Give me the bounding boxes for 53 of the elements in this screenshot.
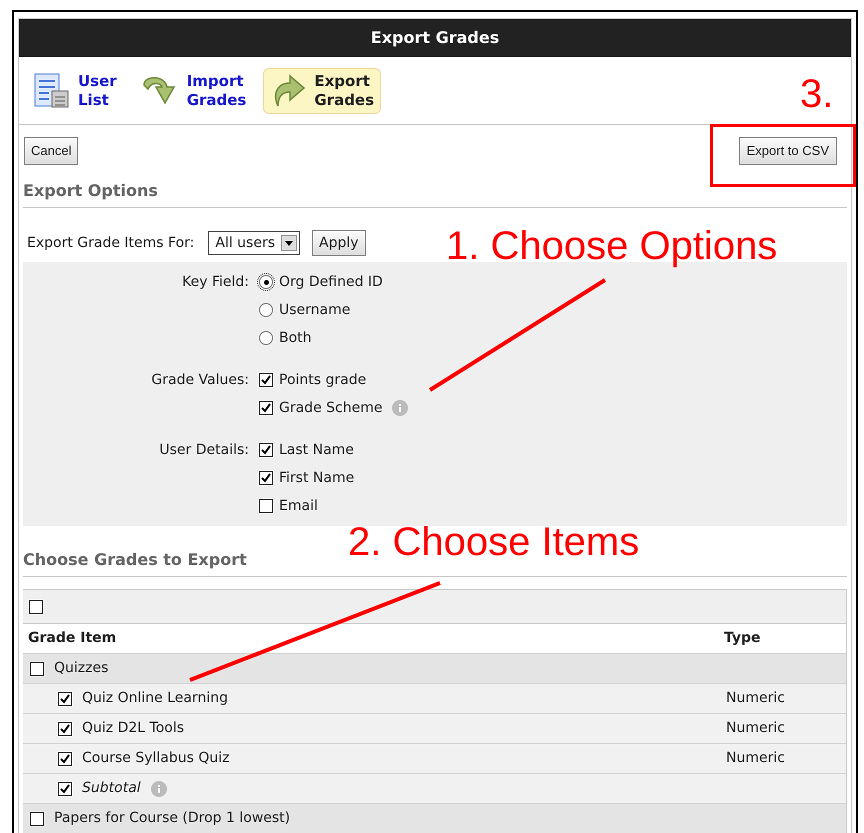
list-calculator-icon <box>34 72 70 108</box>
radio-button[interactable] <box>259 303 273 317</box>
option-label: Key Field: <box>182 272 249 292</box>
option-text: First Name <box>279 471 354 485</box>
checkbox[interactable] <box>259 373 273 387</box>
checkbox[interactable] <box>259 443 273 457</box>
grade-item-name: Quizzes <box>54 659 108 678</box>
grade-type: Numeric <box>725 689 786 708</box>
checkbox[interactable] <box>58 782 72 796</box>
radio-button[interactable] <box>259 331 273 345</box>
radio-button[interactable] <box>259 275 273 289</box>
checkbox[interactable] <box>30 662 44 676</box>
nav-tab[interactable]: Export Grades <box>263 68 382 114</box>
checkbox[interactable] <box>30 812 44 826</box>
option-label: User Details: <box>159 440 249 460</box>
grade-type: Numeric <box>725 749 786 768</box>
dropdown-arrow-icon <box>285 240 294 246</box>
checkbox[interactable] <box>29 600 43 614</box>
column-header: Type <box>724 629 762 648</box>
column-header: Grade Item <box>27 629 118 648</box>
section-heading: Export Options <box>23 181 158 200</box>
window-title: Export Grades <box>19 19 851 57</box>
option-text: Last Name <box>279 443 354 457</box>
option-text: Username <box>279 303 350 317</box>
checkbox[interactable] <box>259 499 273 513</box>
option-text: Org Defined ID <box>279 275 383 289</box>
cancel-button[interactable]: Cancel <box>24 137 78 165</box>
section-heading: Choose Grades to Export <box>23 550 247 569</box>
grade-type: Numeric <box>725 719 786 738</box>
grade-item-name: Papers for Course (Drop 1 lowest) <box>54 809 290 828</box>
option-text: Email <box>279 499 318 513</box>
checkbox[interactable] <box>58 752 72 766</box>
nav-tab[interactable]: User List <box>27 68 124 114</box>
option-text: Grade Scheme <box>279 401 382 415</box>
grade-item-name: Quiz Online Learning <box>82 689 228 708</box>
apply-button[interactable]: Apply <box>312 230 366 256</box>
annotation-text: 3. <box>800 74 834 114</box>
annotation-text: 1. Choose Options <box>446 226 778 266</box>
export-for-label: Export Grade Items For: <box>27 234 194 252</box>
grade-item-name: Quiz D2L Tools <box>82 719 184 738</box>
grade-item-name: Subtotal <box>82 779 141 798</box>
option-text: Points grade <box>279 373 366 387</box>
checkbox[interactable] <box>58 722 72 736</box>
checkbox[interactable] <box>259 401 273 415</box>
nav-tab[interactable]: Import Grades <box>134 68 254 114</box>
option-text: Both <box>279 331 312 345</box>
grade-item-name: Course Syllabus Quiz <box>82 749 230 768</box>
checkbox[interactable] <box>259 471 273 485</box>
option-label: Grade Values: <box>151 370 249 390</box>
checkbox[interactable] <box>58 692 72 706</box>
export-csv-button[interactable]: Export to CSV <box>738 137 837 165</box>
annotation-text: 2. Choose Items <box>348 522 640 562</box>
users-dropdown[interactable]: All users <box>208 231 300 255</box>
